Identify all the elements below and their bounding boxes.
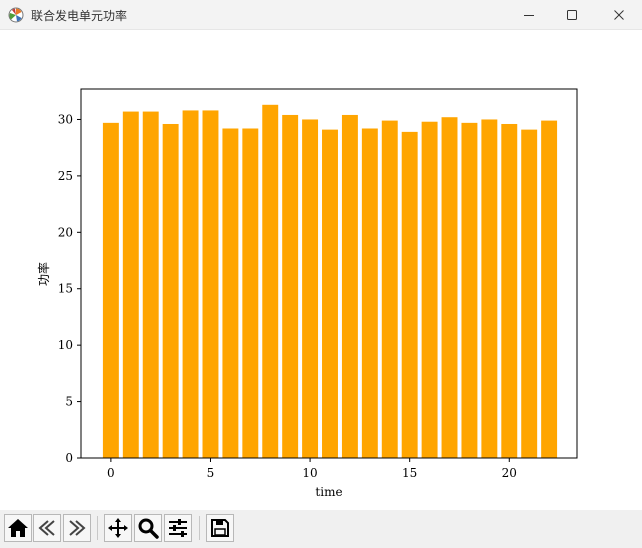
navigation-toolbar <box>0 510 642 548</box>
toolbar-separator <box>199 516 200 540</box>
bar <box>122 111 139 458</box>
title-bar[interactable]: 联合发电单元功率 <box>0 0 642 30</box>
configure-subplots-button[interactable] <box>164 514 192 542</box>
minimize-button[interactable] <box>506 0 552 30</box>
maximize-button[interactable] <box>549 0 595 30</box>
y-tick-label: 25 <box>58 169 73 183</box>
y-axis-label: 功率 <box>36 262 51 286</box>
forward-icon <box>69 520 86 536</box>
bar <box>401 131 418 458</box>
bar <box>262 104 279 459</box>
home-button[interactable] <box>4 514 32 542</box>
bar <box>142 111 159 458</box>
matplotlib-logo-icon <box>8 7 24 23</box>
x-tick-label: 15 <box>402 466 417 480</box>
forward-button[interactable] <box>63 514 91 542</box>
back-button[interactable] <box>33 514 61 542</box>
bar <box>242 128 259 458</box>
bar <box>541 120 558 459</box>
bar <box>361 128 378 458</box>
x-tick-label: 20 <box>502 466 517 480</box>
bar <box>441 117 458 459</box>
toolbar-separator <box>97 516 98 540</box>
bar <box>421 121 438 459</box>
bar <box>322 129 338 459</box>
zoom-button[interactable] <box>134 514 162 542</box>
zoom-icon <box>138 518 159 539</box>
y-tick-label: 5 <box>65 395 73 409</box>
bar <box>162 123 179 458</box>
bar <box>521 129 538 459</box>
save-button[interactable] <box>206 514 234 542</box>
bar <box>182 110 199 458</box>
x-tick-label: 10 <box>302 466 317 480</box>
bar-chart: 0 5 10 15 20 0 5 10 15 20 25 30 time 功率 <box>36 88 578 499</box>
bar <box>102 122 119 458</box>
y-tick-label: 20 <box>58 225 73 239</box>
pan-button[interactable] <box>104 514 132 542</box>
x-tick-label: 5 <box>207 466 215 480</box>
y-tick-label: 10 <box>58 338 73 352</box>
x-tick-label: 0 <box>107 466 115 480</box>
bar <box>282 114 299 458</box>
bar <box>381 120 398 459</box>
window-title: 联合发电单元功率 <box>31 9 128 23</box>
y-tick-label: 15 <box>58 282 73 296</box>
app-window: 联合发电单元功率 0 5 10 15 20 0 5 10 15 20 25 30 time 功率 <box>0 0 642 548</box>
figure-canvas[interactable]: 0 5 10 15 20 0 5 10 15 20 25 30 time 功率 <box>0 30 642 510</box>
bar <box>302 119 319 458</box>
minimize-icon <box>524 15 534 16</box>
save-icon <box>211 519 229 537</box>
bar <box>222 128 239 458</box>
pan-icon <box>108 518 128 538</box>
bar <box>202 110 219 458</box>
close-button[interactable] <box>596 0 642 30</box>
configure-subplots-icon <box>169 519 187 537</box>
maximize-icon <box>567 10 577 20</box>
bar <box>461 122 478 458</box>
y-tick-label: 30 <box>58 112 73 126</box>
bar <box>501 123 518 458</box>
back-icon <box>38 520 55 536</box>
bar <box>481 119 498 458</box>
y-tick-label: 0 <box>65 451 73 465</box>
bar <box>341 114 358 458</box>
close-icon <box>614 10 624 20</box>
x-axis-label: time <box>315 485 342 499</box>
home-icon <box>8 519 28 537</box>
